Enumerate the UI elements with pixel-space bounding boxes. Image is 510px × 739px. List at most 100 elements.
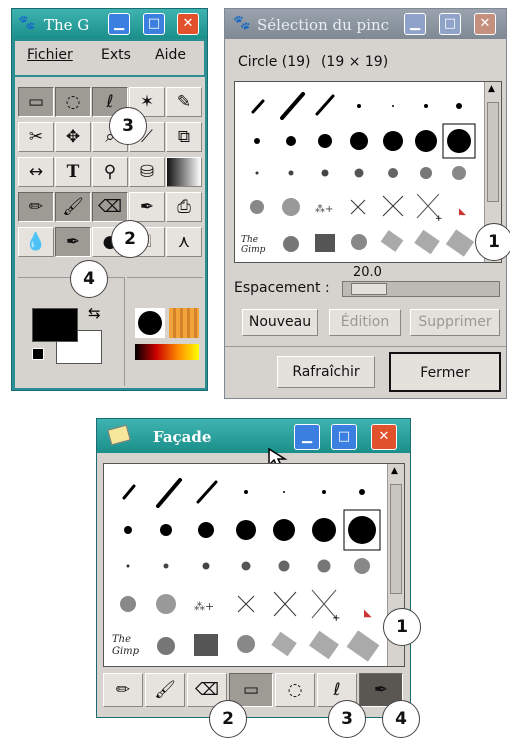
gradient-indicator[interactable] — [135, 344, 199, 360]
brush-size: (19 × 19) — [320, 54, 389, 70]
svg-text:◣: ◣ — [364, 608, 372, 619]
minimize-icon: ▁ — [302, 429, 312, 444]
close-icon: ✕ — [479, 16, 491, 31]
perspective-tool[interactable]: ⋏ — [166, 227, 202, 257]
rect-select-tool[interactable]: ▭ — [18, 87, 54, 117]
minimize-button[interactable]: ▁ — [294, 424, 320, 450]
crop-tool[interactable]: ⧉ — [166, 122, 202, 152]
flip-tool[interactable]: ↔ — [18, 157, 54, 187]
close-button[interactable]: ✕ — [474, 13, 496, 35]
spacing-label: Espacement : — [234, 280, 330, 296]
pencil-tool[interactable]: ✏ — [103, 673, 143, 707]
move-tool[interactable]: ✥ — [55, 122, 91, 152]
paintbrush-tool[interactable]: 🖌 — [55, 192, 91, 222]
close-icon: ✕ — [182, 16, 194, 31]
clone-tool[interactable]: ⎙ — [166, 192, 202, 222]
spacing-slider-handle[interactable] — [351, 283, 387, 295]
minimize-icon: ▁ — [114, 16, 124, 31]
blur-tool[interactable]: 💧 — [18, 227, 54, 257]
minimize-icon: ▁ — [410, 16, 420, 31]
edit-button[interactable]: Édition — [329, 309, 401, 336]
scrollbar-thumb[interactable] — [390, 484, 402, 594]
svg-text:The: The — [112, 634, 131, 645]
maximize-icon: □ — [443, 16, 457, 31]
bucket-fill-tool[interactable]: ⛁ — [129, 157, 165, 187]
callout-3: 3 — [109, 107, 147, 145]
callout-4: 4 — [70, 260, 108, 298]
facade-icon — [107, 424, 131, 446]
color-area: ⇆ — [18, 277, 125, 386]
minimize-button[interactable]: ▁ — [108, 13, 130, 35]
facade-titlebar[interactable]: Façade ▁ □ ✕ — [97, 419, 410, 453]
pencil-tool[interactable]: ✏ — [18, 192, 54, 222]
maximize-icon: □ — [337, 429, 351, 444]
maximize-button[interactable]: □ — [439, 13, 461, 35]
paintbrush-tool[interactable]: 🖌 — [145, 673, 185, 707]
pattern-indicator[interactable] — [169, 308, 199, 338]
color-picker-tool[interactable]: ⚲ — [92, 157, 128, 187]
default-colors-icon[interactable] — [32, 348, 44, 360]
facade-window: Façade ▁ □ ✕ ⁂+ + ◣ The Gimp ▲ ✏ 🖌 ⌫ ▭ ◌… — [96, 418, 411, 718]
brush-info: Circle (19) (19 × 19) — [238, 54, 388, 70]
ellipse-select-tool[interactable]: ◌ — [275, 673, 315, 707]
brush-grid[interactable]: ⁂+ + ◣ The Gimp ▲ — [103, 463, 405, 667]
callout-3: 3 — [328, 700, 366, 738]
gimp-icon: 🐾 — [233, 15, 251, 31]
callout-1: 1 — [383, 608, 421, 646]
window-title: Façade — [153, 428, 212, 446]
refresh-button[interactable]: Rafraîchir — [277, 356, 375, 388]
divider — [225, 346, 506, 347]
brush-dialog-titlebar[interactable]: 🐾 Sélection du pinc ▁ □ ✕ — [225, 9, 506, 39]
svg-text:Gimp: Gimp — [241, 245, 266, 255]
close-button[interactable]: ✕ — [371, 424, 397, 450]
brush-name: Circle (19) — [238, 54, 311, 70]
toolbox-window: 🐾 The G ▁ □ ✕ Fichier Exts Aide ▭ ◌ ℓ ✶ … — [11, 8, 208, 391]
callout-4: 4 — [382, 700, 420, 738]
menu-aide[interactable]: Aide — [155, 47, 186, 63]
eraser-tool[interactable]: ⌫ — [92, 192, 128, 222]
scissors-tool[interactable]: ✂ — [18, 122, 54, 152]
ink-tool[interactable]: ✒ — [55, 227, 91, 257]
brush-grid[interactable]: ⁂+ + ◣ The Gimp ▲ — [234, 81, 502, 263]
gimp-icon: 🐾 — [18, 15, 36, 31]
new-button[interactable]: Nouveau — [242, 309, 318, 336]
toolbox-titlebar[interactable]: 🐾 The G ▁ □ ✕ — [12, 9, 207, 39]
facade-tool-strip: ✏ 🖌 ⌫ ▭ ◌ ℓ ✒ — [97, 669, 410, 709]
airbrush-tool[interactable]: ✒ — [129, 192, 165, 222]
minimize-button[interactable]: ▁ — [404, 13, 426, 35]
maximize-button[interactable]: □ — [143, 13, 165, 35]
menubar: Fichier Exts Aide — [15, 41, 204, 75]
svg-text:◣: ◣ — [459, 207, 466, 217]
brush-dialog-window: 🐾 Sélection du pinc ▁ □ ✕ Circle (19) (1… — [224, 8, 507, 399]
svg-text:⁂+: ⁂+ — [194, 600, 214, 613]
svg-text:⁂+: ⁂+ — [315, 203, 333, 215]
close-button[interactable]: ✕ — [177, 13, 199, 35]
maximize-button[interactable]: □ — [331, 424, 357, 450]
svg-text:The: The — [241, 235, 258, 245]
spacing-slider[interactable] — [342, 281, 500, 297]
svg-text:+: + — [435, 214, 443, 224]
close-dialog-button[interactable]: Fermer — [389, 352, 501, 392]
scroll-up-icon[interactable]: ▲ — [391, 466, 398, 476]
window-title: The G — [44, 16, 90, 34]
scrollbar-thumb[interactable] — [487, 102, 499, 202]
menu-exts[interactable]: Exts — [101, 47, 131, 63]
menu-fichier[interactable]: Fichier — [27, 47, 73, 63]
gradient-tool[interactable] — [166, 157, 202, 187]
callout-2: 2 — [111, 220, 149, 258]
scroll-up-icon[interactable]: ▲ — [488, 84, 495, 94]
svg-text:+: + — [332, 613, 340, 624]
close-icon: ✕ — [378, 429, 390, 444]
brush-indicator[interactable] — [135, 308, 165, 338]
ellipse-select-tool[interactable]: ◌ — [55, 87, 91, 117]
text-tool[interactable]: T — [55, 157, 91, 187]
callout-1: 1 — [475, 223, 510, 261]
callout-2: 2 — [209, 700, 247, 738]
swap-colors-icon[interactable]: ⇆ — [88, 304, 101, 322]
window-title: Sélection du pinc — [257, 16, 390, 34]
brush-thumbnails[interactable]: ⁂+ + ◣ The Gimp — [106, 466, 392, 666]
delete-button[interactable]: Supprimer — [410, 309, 500, 336]
paths-tool[interactable]: ✎ — [166, 87, 202, 117]
brush-thumbnails[interactable]: ⁂+ + ◣ The Gimp — [237, 84, 483, 264]
foreground-color-swatch[interactable] — [32, 308, 78, 342]
